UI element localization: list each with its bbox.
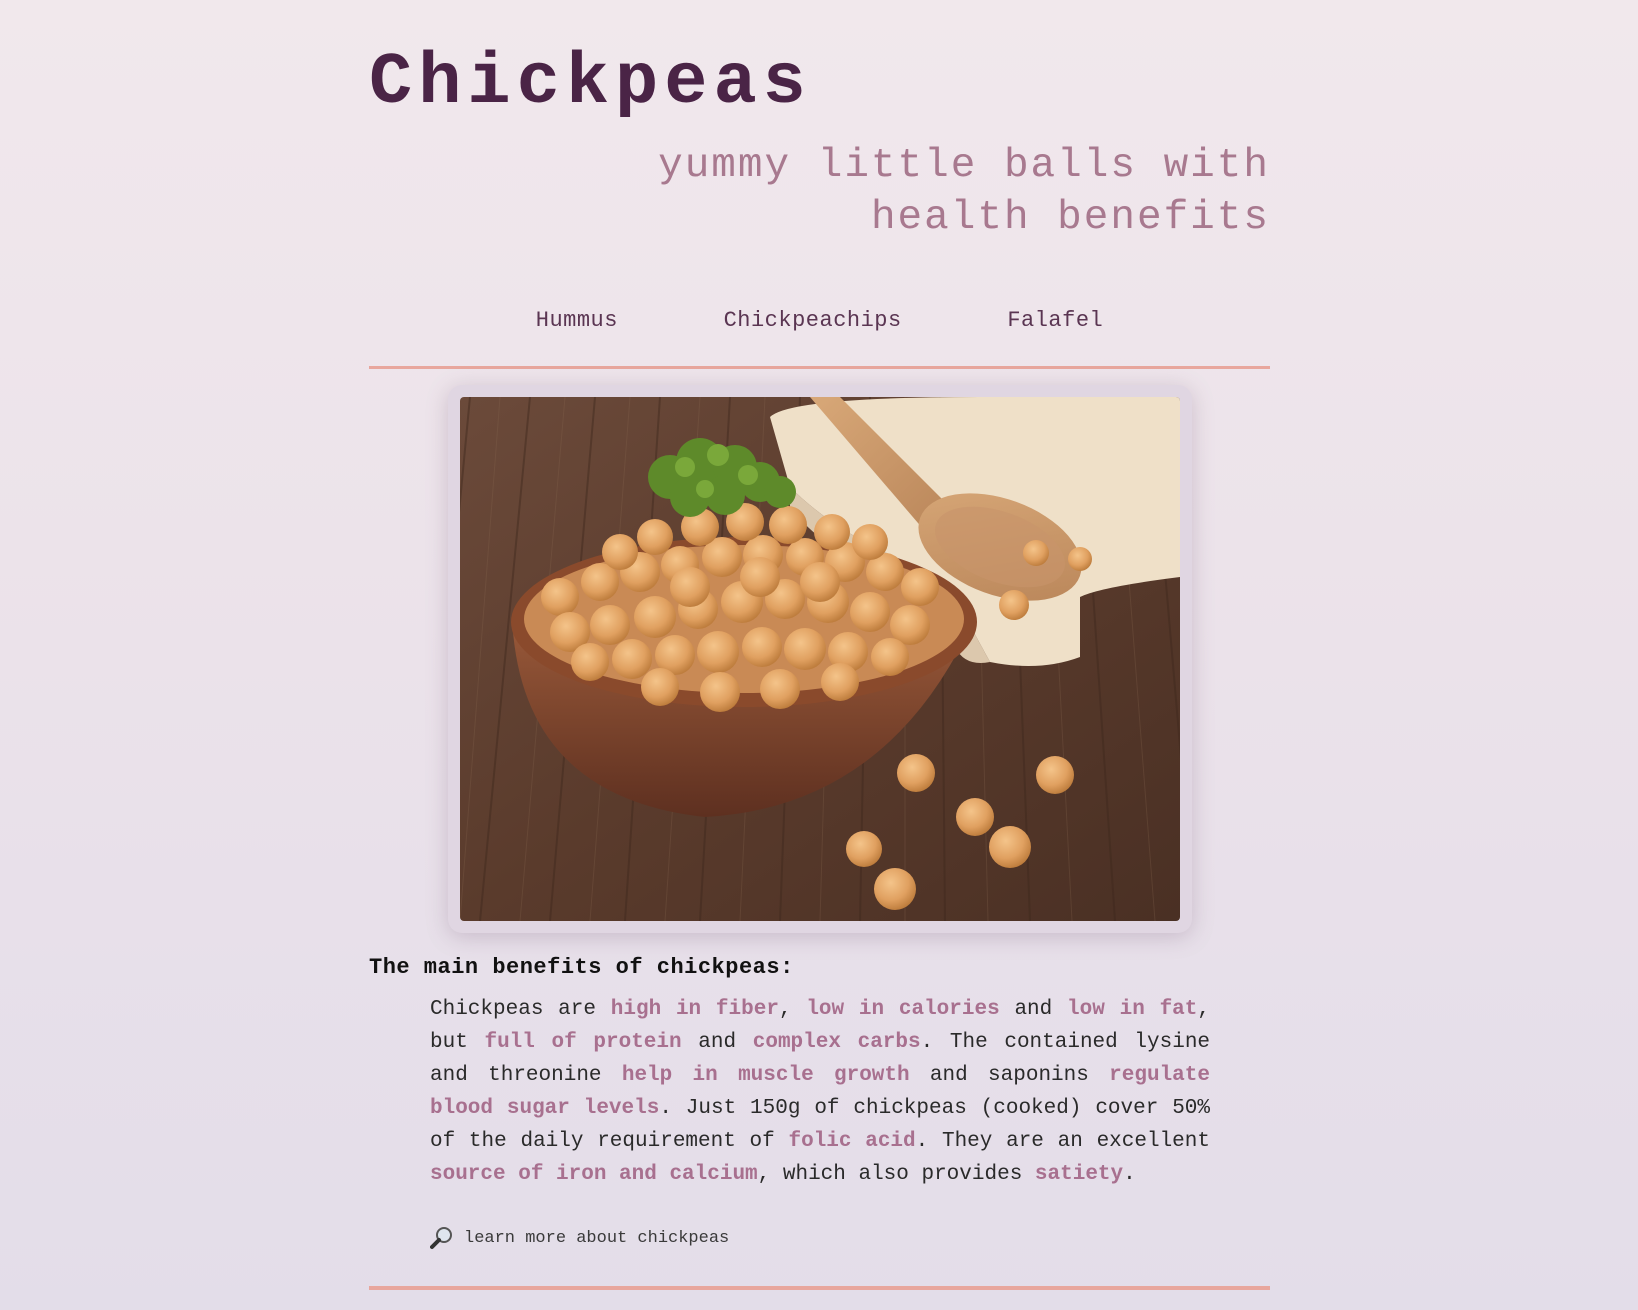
benefits-heading: The main benefits of chickpeas: (369, 955, 794, 980)
highlight-folic-acid: folic acid (788, 1130, 916, 1153)
text-span: . (1123, 1163, 1136, 1186)
page-subtitle: yummy little balls with health benefits (658, 143, 1270, 241)
text-span: , which also provides (757, 1163, 1035, 1186)
highlight-fat: low in fat (1067, 998, 1198, 1021)
highlight-fiber: high in fiber (610, 998, 779, 1021)
nav-link-falafel[interactable]: Falafel (1007, 308, 1103, 333)
text-span: Chickpeas are (430, 998, 611, 1021)
nav-link-hummus[interactable]: Hummus (536, 308, 618, 333)
learn-more-label: learn more about chickpeas (464, 1228, 730, 1248)
highlight-iron-calcium: source of iron and calcium (430, 1163, 758, 1186)
highlight-calories: low in calories (806, 998, 1000, 1021)
photo-frame (448, 385, 1192, 933)
page-title: Chickpeas (369, 42, 812, 124)
text-span: , (778, 998, 807, 1021)
bottom-divider (369, 1286, 1270, 1290)
highlight-carbs: complex carbs (752, 1031, 921, 1054)
top-divider (369, 366, 1270, 369)
text-span: and (681, 1031, 753, 1054)
learn-more-link[interactable]: learn more about chickpeas (430, 1226, 729, 1250)
text-span: . They are an excellent (915, 1130, 1210, 1153)
chickpea-bowl-image (460, 397, 1180, 921)
text-span: and saponins (909, 1064, 1110, 1087)
text-span: and (999, 998, 1068, 1021)
nav-link-chickpeachips[interactable]: Chickpeachips (724, 308, 902, 333)
highlight-protein: full of protein (484, 1031, 682, 1054)
main-nav: Hummus Chickpeachips Falafel (369, 308, 1270, 333)
magnifier-icon (430, 1226, 454, 1250)
benefits-paragraph: Chickpeas are high in fiber, low in calo… (430, 993, 1210, 1191)
highlight-satiety: satiety (1034, 1163, 1124, 1186)
highlight-muscle: help in muscle growth (621, 1064, 910, 1087)
